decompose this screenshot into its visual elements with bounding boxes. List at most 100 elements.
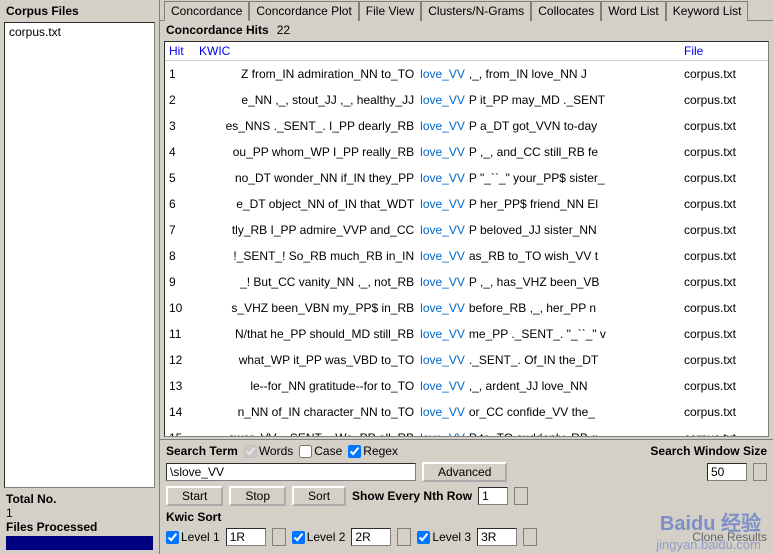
table-row[interactable]: 6e_DT object_NN of_IN that_WDT love_VVP … xyxy=(165,191,768,217)
table-row[interactable]: 12 what_WP it_PP was_VBD to_TO love_VV .… xyxy=(165,347,768,373)
corpus-file-item[interactable]: corpus.txt xyxy=(9,25,150,39)
header-kwic[interactable]: KWIC xyxy=(199,44,684,58)
table-row[interactable]: 7tly_RB I_PP admire_VVP and_CC love_VVP … xyxy=(165,217,768,243)
kwic-left: e_NN ,_, stout_JJ ,_, healthy_JJ xyxy=(199,89,418,111)
cell-file: corpus.txt xyxy=(684,141,764,163)
sort-button[interactable]: Sort xyxy=(292,486,346,506)
header-file[interactable]: File xyxy=(684,44,764,58)
kwic-right: P to_TO suddenly_RB g xyxy=(467,427,684,436)
kwic-right: ,_, ardent_JJ love_NN xyxy=(467,375,684,397)
level3-input[interactable] xyxy=(477,528,517,546)
cell-file: corpus.txt xyxy=(684,375,764,397)
table-row[interactable]: 11N/that he_PP should_MD still_RB love_V… xyxy=(165,321,768,347)
tab-word-list[interactable]: Word List xyxy=(601,1,665,21)
stop-button[interactable]: Stop xyxy=(229,486,286,506)
cell-file: corpus.txt xyxy=(684,193,764,215)
start-button[interactable]: Start xyxy=(166,486,223,506)
header-hit[interactable]: Hit xyxy=(169,44,199,58)
kwic-left: s_VHZ been_VBN my_PP$ in_RB xyxy=(199,297,418,319)
cell-file: corpus.txt xyxy=(684,427,764,436)
advanced-button[interactable]: Advanced xyxy=(422,462,507,482)
bottom-controls: Search Term Words Case Regex Search Wind… xyxy=(160,439,773,554)
kwic-right: or_CC confide_VV the_ xyxy=(467,401,684,423)
tab-collocates[interactable]: Collocates xyxy=(531,1,601,21)
files-processed-bar xyxy=(6,536,153,550)
search-term-input[interactable] xyxy=(166,463,416,481)
kwic-right: ._SENT_. Of_IN the_DT xyxy=(467,349,684,371)
search-term-label: Search Term xyxy=(166,444,238,458)
l1-spinner[interactable] xyxy=(272,528,286,546)
left-panel: Corpus Files corpus.txt Total No. 1 File… xyxy=(0,0,160,554)
kwic-left: Z from_IN admiration_NN to_TO xyxy=(199,63,418,85)
cell-file: corpus.txt xyxy=(684,89,764,111)
tab-file-view[interactable]: File View xyxy=(359,1,421,21)
l2-spinner[interactable] xyxy=(397,528,411,546)
table-row[interactable]: 2e_NN ,_, stout_JJ ,_, healthy_JJ love_V… xyxy=(165,87,768,113)
tab-keyword-list[interactable]: Keyword List xyxy=(666,1,749,21)
kwic-keyword: love_VV xyxy=(418,427,467,436)
cell-file: corpus.txt xyxy=(684,167,764,189)
kwic-right: P ,_, has_VHZ been_VB xyxy=(467,271,684,293)
cell-hit: 9 xyxy=(169,271,199,293)
kwic-keyword: love_VV xyxy=(418,141,467,163)
words-checkbox[interactable] xyxy=(244,445,257,458)
table-row[interactable]: 14n_NN of_IN character_NN to_TO love_VV … xyxy=(165,399,768,425)
tab-concordance[interactable]: Concordance xyxy=(164,1,249,21)
l3-spinner[interactable] xyxy=(523,528,537,546)
table-row[interactable]: 4ou_PP whom_WP I_PP really_RB love_VVP ,… xyxy=(165,139,768,165)
tab-bar: ConcordanceConcordance PlotFile ViewClus… xyxy=(160,0,773,21)
table-row[interactable]: 8!_SENT_! So_RB much_RB in_IN love_VV as… xyxy=(165,243,768,269)
table-row[interactable]: 3es_NNS ._SENT_. I_PP dearly_RB love_VVP… xyxy=(165,113,768,139)
level3-checkbox[interactable] xyxy=(417,531,430,544)
corpus-file-list[interactable]: corpus.txt xyxy=(4,22,155,488)
clone-results-link[interactable]: Clone Results xyxy=(692,530,767,544)
kwic-left: ou_PP whom_WP I_PP really_RB xyxy=(199,141,418,163)
level1-input[interactable] xyxy=(226,528,266,546)
table-row[interactable]: 5no_DT wonder_NN if_IN they_PP love_VVP … xyxy=(165,165,768,191)
every-nth-input[interactable] xyxy=(478,487,508,505)
cell-hit: 13 xyxy=(169,375,199,397)
regex-checkbox[interactable] xyxy=(348,445,361,458)
table-row[interactable]: 15swer_VV ._SENT_. We_PP all_RB love_VVP… xyxy=(165,425,768,436)
kwic-left: N/that he_PP should_MD still_RB xyxy=(199,323,418,345)
table-body[interactable]: 1Z from_IN admiration_NN to_TO love_VV ,… xyxy=(165,61,768,436)
kwic-keyword: love_VV xyxy=(418,297,467,319)
cell-file: corpus.txt xyxy=(684,323,764,345)
level1-checkbox[interactable] xyxy=(166,531,179,544)
left-stats: Total No. 1 Files Processed xyxy=(2,490,157,552)
kwic-right: P it_PP may_MD ._SENT xyxy=(467,89,684,111)
table-row[interactable]: 13le--for_NN gratitude--for to_TO love_V… xyxy=(165,373,768,399)
kwic-right: P beloved_JJ sister_NN xyxy=(467,219,684,241)
table-header: Hit KWIC File xyxy=(165,42,768,61)
table-row[interactable]: 10s_VHZ been_VBN my_PP$ in_RB love_VV be… xyxy=(165,295,768,321)
table-row[interactable]: 1Z from_IN admiration_NN to_TO love_VV ,… xyxy=(165,61,768,87)
kwic-keyword: love_VV xyxy=(418,245,467,267)
every-spinner[interactable] xyxy=(514,487,528,505)
files-processed-label: Files Processed xyxy=(6,520,153,534)
kwic-right: P ,_, and_CC still_RB fe xyxy=(467,141,684,163)
table-row[interactable]: 9_! But_CC vanity_NN ,_, not_RB love_VVP… xyxy=(165,269,768,295)
case-checkbox[interactable] xyxy=(299,445,312,458)
cell-file: corpus.txt xyxy=(684,271,764,293)
window-size-input[interactable] xyxy=(707,463,747,481)
cell-hit: 15 xyxy=(169,427,199,436)
kwic-left: swer_VV ._SENT_. We_PP all_RB xyxy=(199,427,418,436)
tab-clusters-n-grams[interactable]: Clusters/N-Grams xyxy=(421,1,531,21)
level2-checkbox[interactable] xyxy=(292,531,305,544)
kwic-left: le--for_NN gratitude--for to_TO xyxy=(199,375,418,397)
corpus-files-label: Corpus Files xyxy=(2,2,157,20)
every-nth-label: Show Every Nth Row xyxy=(352,489,472,503)
cell-hit: 14 xyxy=(169,401,199,423)
kwic-right: P her_PP$ friend_NN El xyxy=(467,193,684,215)
kwic-keyword: love_VV xyxy=(418,193,467,215)
total-no-value: 1 xyxy=(6,506,153,520)
kwic-left: e_DT object_NN of_IN that_WDT xyxy=(199,193,418,215)
cell-hit: 1 xyxy=(169,63,199,85)
kwic-sort-label: Kwic Sort xyxy=(166,510,221,524)
window-spinner[interactable] xyxy=(753,463,767,481)
level2-input[interactable] xyxy=(351,528,391,546)
tab-concordance-plot[interactable]: Concordance Plot xyxy=(249,1,358,21)
cell-hit: 11 xyxy=(169,323,199,345)
kwic-keyword: love_VV xyxy=(418,271,467,293)
kwic-right: P "_``_" your_PP$ sister_ xyxy=(467,167,684,189)
